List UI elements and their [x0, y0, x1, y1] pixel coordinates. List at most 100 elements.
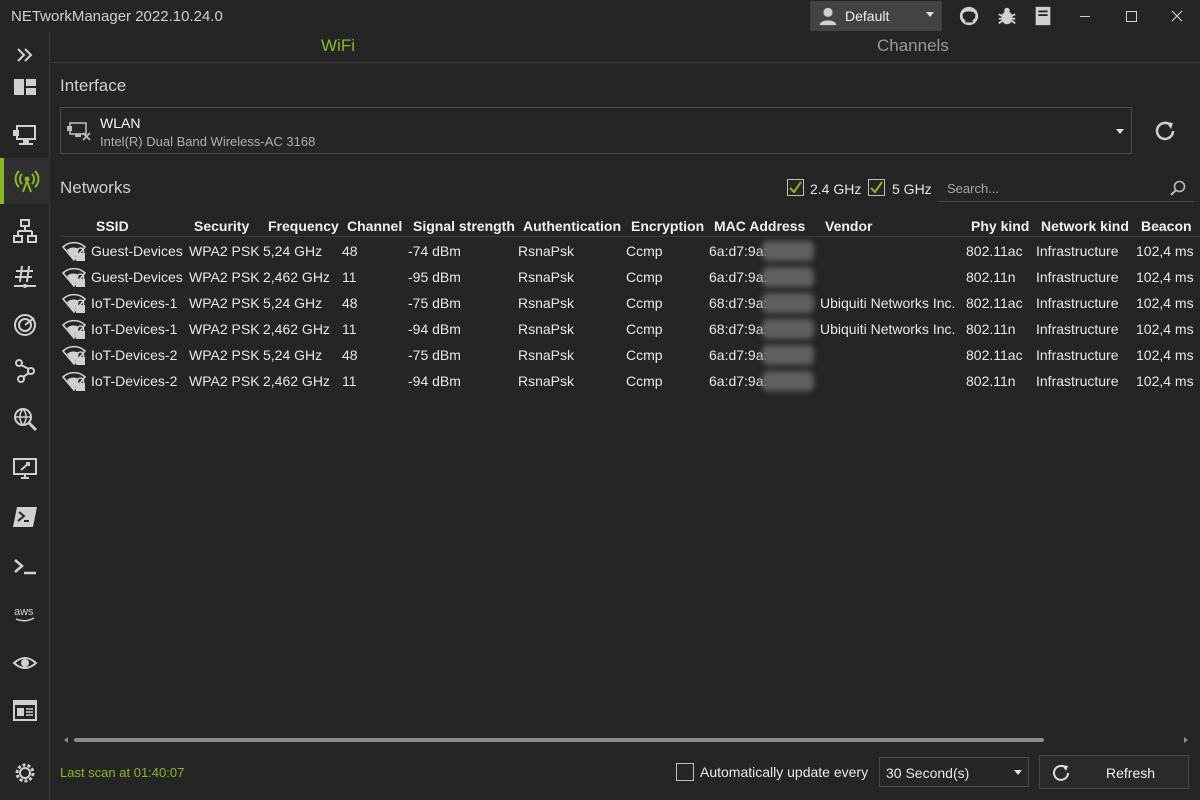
beacon-cell: 102,4 ms — [1136, 347, 1194, 363]
network-kind-cell: Infrastructure — [1036, 295, 1119, 311]
sidebar-item-aws[interactable]: aws — [0, 590, 50, 636]
column-header-mac-address[interactable]: MAC Address — [714, 218, 805, 234]
wifi-secured-icon — [62, 319, 86, 340]
sidebar-item-web-console[interactable] — [0, 688, 50, 734]
scrollbar-thumb[interactable] — [74, 738, 1044, 742]
column-header-beacon[interactable]: Beacon — [1141, 218, 1192, 234]
sidebar-item-powershell[interactable] — [0, 494, 50, 540]
column-header-vendor[interactable]: Vendor — [825, 218, 872, 234]
column-header-phy-kind[interactable]: Phy kind — [971, 218, 1029, 234]
network-interface-icon — [13, 125, 36, 145]
docs-icon[interactable] — [1032, 5, 1054, 27]
sidebar-item-dashboard[interactable] — [0, 64, 50, 110]
filter-2-4ghz-checkbox[interactable] — [787, 179, 804, 196]
refresh-button[interactable]: Refresh — [1039, 755, 1189, 789]
bug-icon[interactable] — [996, 5, 1018, 27]
search-placeholder: Search... — [947, 181, 1000, 196]
tab-wifi[interactable]: WiFi — [321, 36, 355, 56]
network-kind-cell: Infrastructure — [1036, 321, 1119, 337]
powershell-icon — [13, 507, 37, 527]
sidebar-item-network-interface[interactable] — [0, 112, 50, 158]
authentication-cell: RsnaPsk — [518, 373, 575, 389]
maximize-icon — [1126, 11, 1137, 22]
table-row[interactable]: IoT-Devices-1 WPA2 PSK 5,24 GHz 48 -75 dBm Rs… — [60, 290, 1200, 316]
column-header-ssid[interactable]: SSID — [96, 218, 129, 234]
mac-address-cell: 6a:d7:9a: — [709, 243, 768, 259]
signal-strength-cell: -94 dBm — [408, 373, 461, 389]
chevron-down-icon — [1014, 770, 1022, 775]
sidebar-item-remote-desktop[interactable] — [0, 446, 50, 492]
sidebar-item-ip-scanner[interactable] — [0, 208, 50, 254]
last-scan-status: Last scan at 01:40:07 — [60, 765, 185, 780]
scroll-left-icon[interactable] — [62, 736, 70, 744]
column-header-signal-strength[interactable]: Signal strength — [413, 218, 515, 234]
interface-title: Interface — [60, 76, 127, 95]
column-header-channel[interactable]: Channel — [347, 218, 402, 234]
sidebar-item-dns-lookup[interactable] — [0, 396, 50, 442]
encryption-cell: Ccmp — [626, 243, 663, 259]
frequency-cell: 5,24 GHz — [263, 347, 323, 363]
search-input[interactable]: Search... — [938, 174, 1194, 202]
signal-strength-cell: -95 dBm — [408, 269, 461, 285]
sidebar-item-traceroute[interactable] — [0, 348, 50, 394]
sidebar-item-port-scanner[interactable] — [0, 254, 50, 300]
scroll-right-icon[interactable] — [1182, 736, 1190, 744]
eye-icon — [12, 657, 38, 669]
horizontal-scrollbar[interactable] — [62, 736, 1190, 744]
phy-kind-cell: 802.11n — [966, 321, 1016, 337]
filter-5ghz-checkbox[interactable] — [868, 179, 885, 196]
table-row[interactable]: IoT-Devices-2 WPA2 PSK 2,462 GHz 11 -94 dBm R… — [60, 368, 1200, 394]
channel-cell: 11 — [342, 269, 357, 285]
minimize-button[interactable] — [1062, 0, 1108, 32]
checkmark-icon — [870, 181, 883, 194]
redacted-mac-suffix — [762, 319, 814, 339]
column-header-security[interactable]: Security — [194, 218, 249, 234]
tab-bar: WiFi Channels — [51, 32, 1200, 63]
filter-5ghz-label: 5 GHz — [892, 181, 932, 197]
sidebar-item-putty[interactable] — [0, 544, 50, 590]
table-row[interactable]: IoT-Devices-1 WPA2 PSK 2,462 GHz 11 -94 dBm R… — [60, 316, 1200, 342]
update-interval-select[interactable]: 30 Second(s) — [879, 757, 1029, 787]
ip-scanner-icon — [13, 219, 37, 243]
table-row[interactable]: Guest-Devices WPA2 PSK 2,462 GHz 11 -95 dBm R… — [60, 264, 1200, 290]
column-header-encryption[interactable]: Encryption — [631, 218, 704, 234]
tab-channels[interactable]: Channels — [877, 36, 949, 56]
refresh-label: Refresh — [1106, 765, 1156, 781]
network-kind-cell: Infrastructure — [1036, 269, 1119, 285]
beacon-cell: 102,4 ms — [1136, 243, 1194, 259]
column-header-network-kind[interactable]: Network kind — [1041, 218, 1129, 234]
close-button[interactable] — [1154, 0, 1200, 32]
gear-icon — [15, 763, 35, 783]
profile-selector[interactable]: Default — [810, 1, 942, 31]
authentication-cell: RsnaPsk — [518, 295, 575, 311]
channel-cell: 48 — [342, 243, 358, 259]
ssid-cell: IoT-Devices-1 — [91, 295, 178, 311]
close-icon — [1171, 10, 1183, 22]
redacted-mac-suffix — [762, 293, 814, 313]
maximize-button[interactable] — [1108, 0, 1154, 32]
column-header-frequency[interactable]: Frequency — [268, 218, 339, 234]
aws-icon: aws — [14, 606, 35, 622]
user-icon — [819, 7, 837, 26]
table-row[interactable]: IoT-Devices-2 WPA2 PSK 5,24 GHz 48 -75 dBm Rs… — [60, 342, 1200, 368]
sidebar-item-tigervnc[interactable] — [0, 640, 50, 686]
mac-address-cell: 6a:d7:9a: — [709, 373, 768, 389]
redacted-mac-suffix — [762, 241, 814, 261]
sidebar-item-ping-monitor[interactable] — [0, 302, 50, 348]
interface-name: WLAN — [100, 115, 141, 131]
terminal-icon — [14, 559, 36, 575]
column-header-authentication[interactable]: Authentication — [523, 218, 621, 234]
reload-interfaces-icon[interactable] — [1151, 117, 1179, 145]
frequency-cell: 5,24 GHz — [263, 243, 323, 259]
checkmark-icon — [789, 181, 802, 194]
interface-selector[interactable]: WLAN Intel(R) Dual Band Wireless-AC 3168 — [60, 107, 1132, 154]
table-row[interactable]: Guest-Devices WPA2 PSK 5,24 GHz 48 -74 dBm Rs… — [60, 238, 1200, 264]
phy-kind-cell: 802.11n — [966, 269, 1016, 285]
redacted-mac-suffix — [762, 345, 814, 365]
chevron-down-icon — [1116, 129, 1124, 134]
auto-update-checkbox[interactable] — [676, 763, 694, 781]
sidebar-item-settings[interactable] — [0, 750, 50, 796]
beacon-cell: 102,4 ms — [1136, 269, 1194, 285]
github-icon[interactable] — [958, 5, 980, 27]
sidebar-item-wifi[interactable] — [0, 158, 50, 204]
